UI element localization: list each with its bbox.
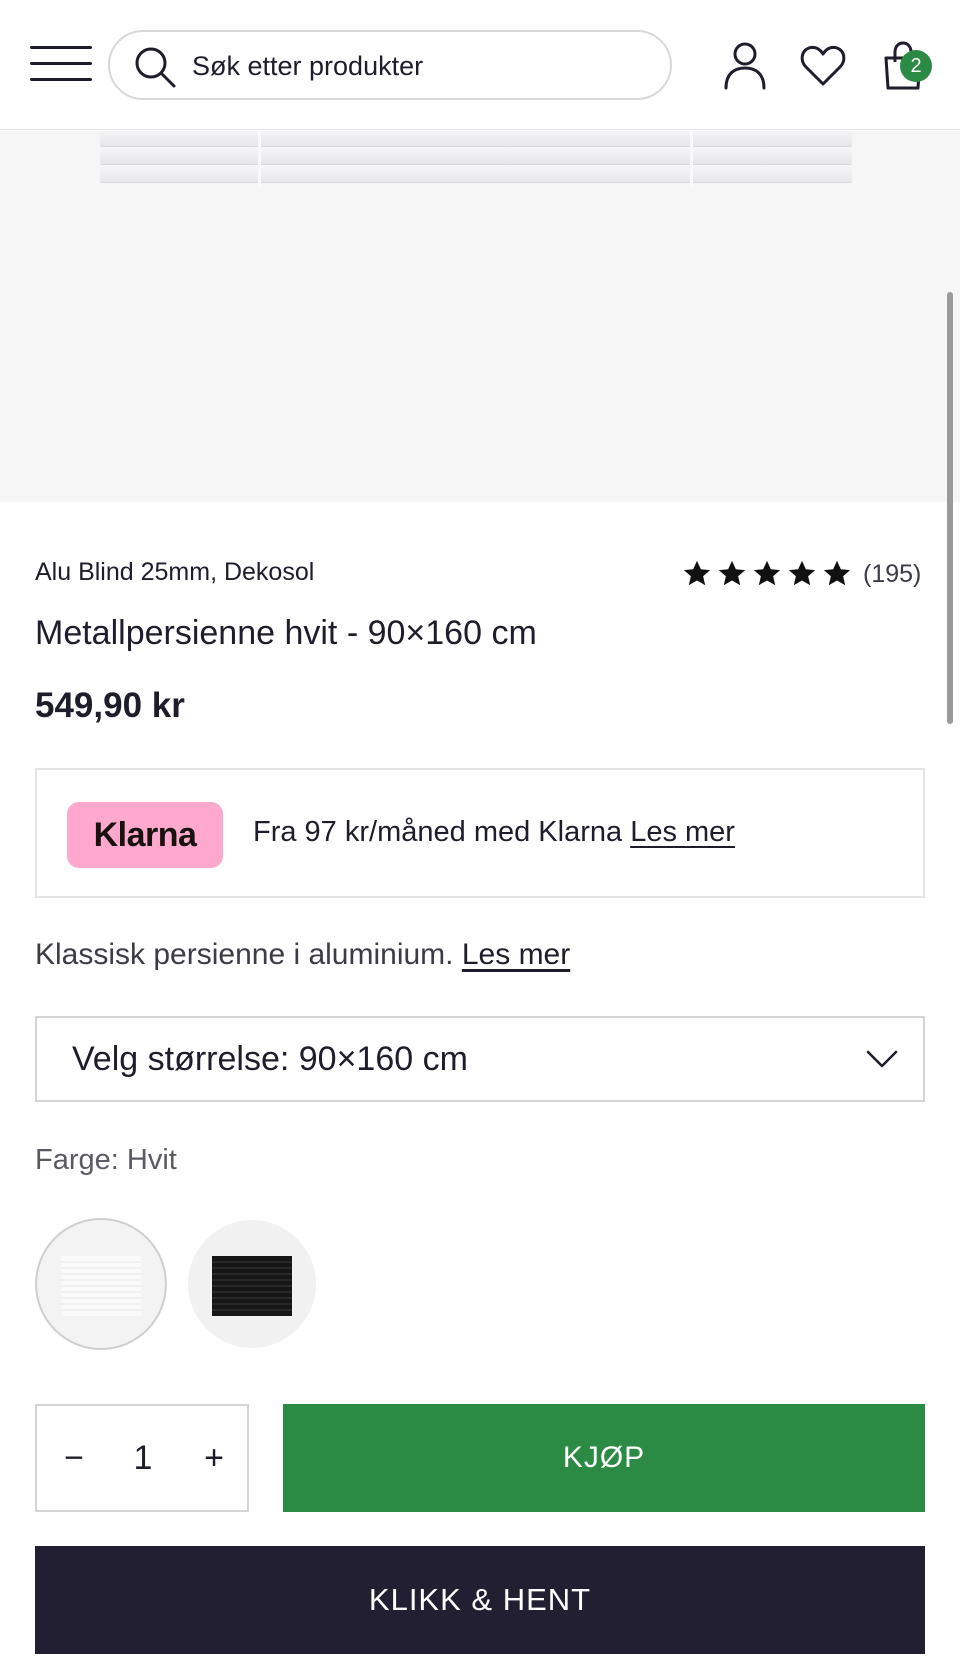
product-description: Klassisk persienne i aluminium. Les mer (35, 938, 570, 972)
color-swatch-white[interactable] (35, 1218, 167, 1350)
blind-slat (100, 167, 852, 183)
star-icon (718, 560, 746, 586)
star-icon (788, 560, 816, 586)
blind-slat (100, 149, 852, 165)
heart-icon[interactable] (798, 40, 848, 92)
quantity-stepper: − + (35, 1404, 249, 1512)
color-label: Farge: Hvit (35, 1144, 177, 1177)
product-rating[interactable]: (195) (682, 556, 921, 592)
blind-cord (258, 131, 261, 189)
star-icon (753, 560, 781, 586)
click-and-collect-button[interactable]: KLIKK & HENT (35, 1546, 925, 1654)
klarna-read-more-link[interactable]: Les mer (630, 816, 735, 848)
color-label-text: Farge: (35, 1144, 119, 1176)
search-icon (135, 47, 176, 88)
description-read-more-link[interactable]: Les mer (462, 938, 570, 971)
top-header: 2 (0, 0, 960, 130)
star-icon (683, 560, 711, 586)
klarna-info: Fra 97 kr/måned med Klarna Les mer (253, 816, 735, 849)
product-image[interactable] (0, 131, 960, 502)
size-select[interactable]: Velg størrelse: 90×160 cm (35, 1016, 925, 1102)
search-input[interactable] (192, 46, 652, 86)
hamburger-menu-icon[interactable] (30, 44, 92, 84)
quantity-input[interactable] (119, 1434, 167, 1482)
quantity-decrease-button[interactable]: − (54, 1436, 94, 1480)
product-brand: Alu Blind 25mm, Dekosol (35, 558, 315, 586)
cart-count-badge: 2 (900, 50, 932, 82)
chevron-down-icon (866, 1050, 898, 1068)
page-scrollbar[interactable] (947, 292, 953, 724)
white-blind-thumbnail (61, 1256, 141, 1316)
klarna-logo: Klarna (67, 802, 223, 868)
black-blind-thumbnail (212, 1256, 292, 1316)
buy-button[interactable]: KJØP (283, 1404, 925, 1512)
product-title: Metallpersienne hvit - 90×160 cm (35, 614, 537, 652)
star-icon (823, 560, 851, 586)
blind-slat (100, 131, 852, 147)
klarna-banner: Klarna Fra 97 kr/måned med Klarna Les me… (35, 768, 925, 898)
review-count[interactable]: (195) (863, 560, 921, 589)
search-bar[interactable] (108, 30, 672, 100)
account-icon[interactable] (720, 40, 770, 92)
color-value: Hvit (126, 1144, 177, 1176)
size-select-label: Velg størrelse: 90×160 cm (72, 1040, 468, 1078)
blind-cord (690, 131, 693, 189)
product-price: 549,90 kr (35, 686, 185, 725)
klarna-text: Fra 97 kr/måned med Klarna (253, 816, 623, 848)
quantity-increase-button[interactable]: + (194, 1436, 234, 1480)
description-text: Klassisk persienne i aluminium. (35, 938, 454, 971)
color-swatch-black[interactable] (188, 1220, 316, 1348)
